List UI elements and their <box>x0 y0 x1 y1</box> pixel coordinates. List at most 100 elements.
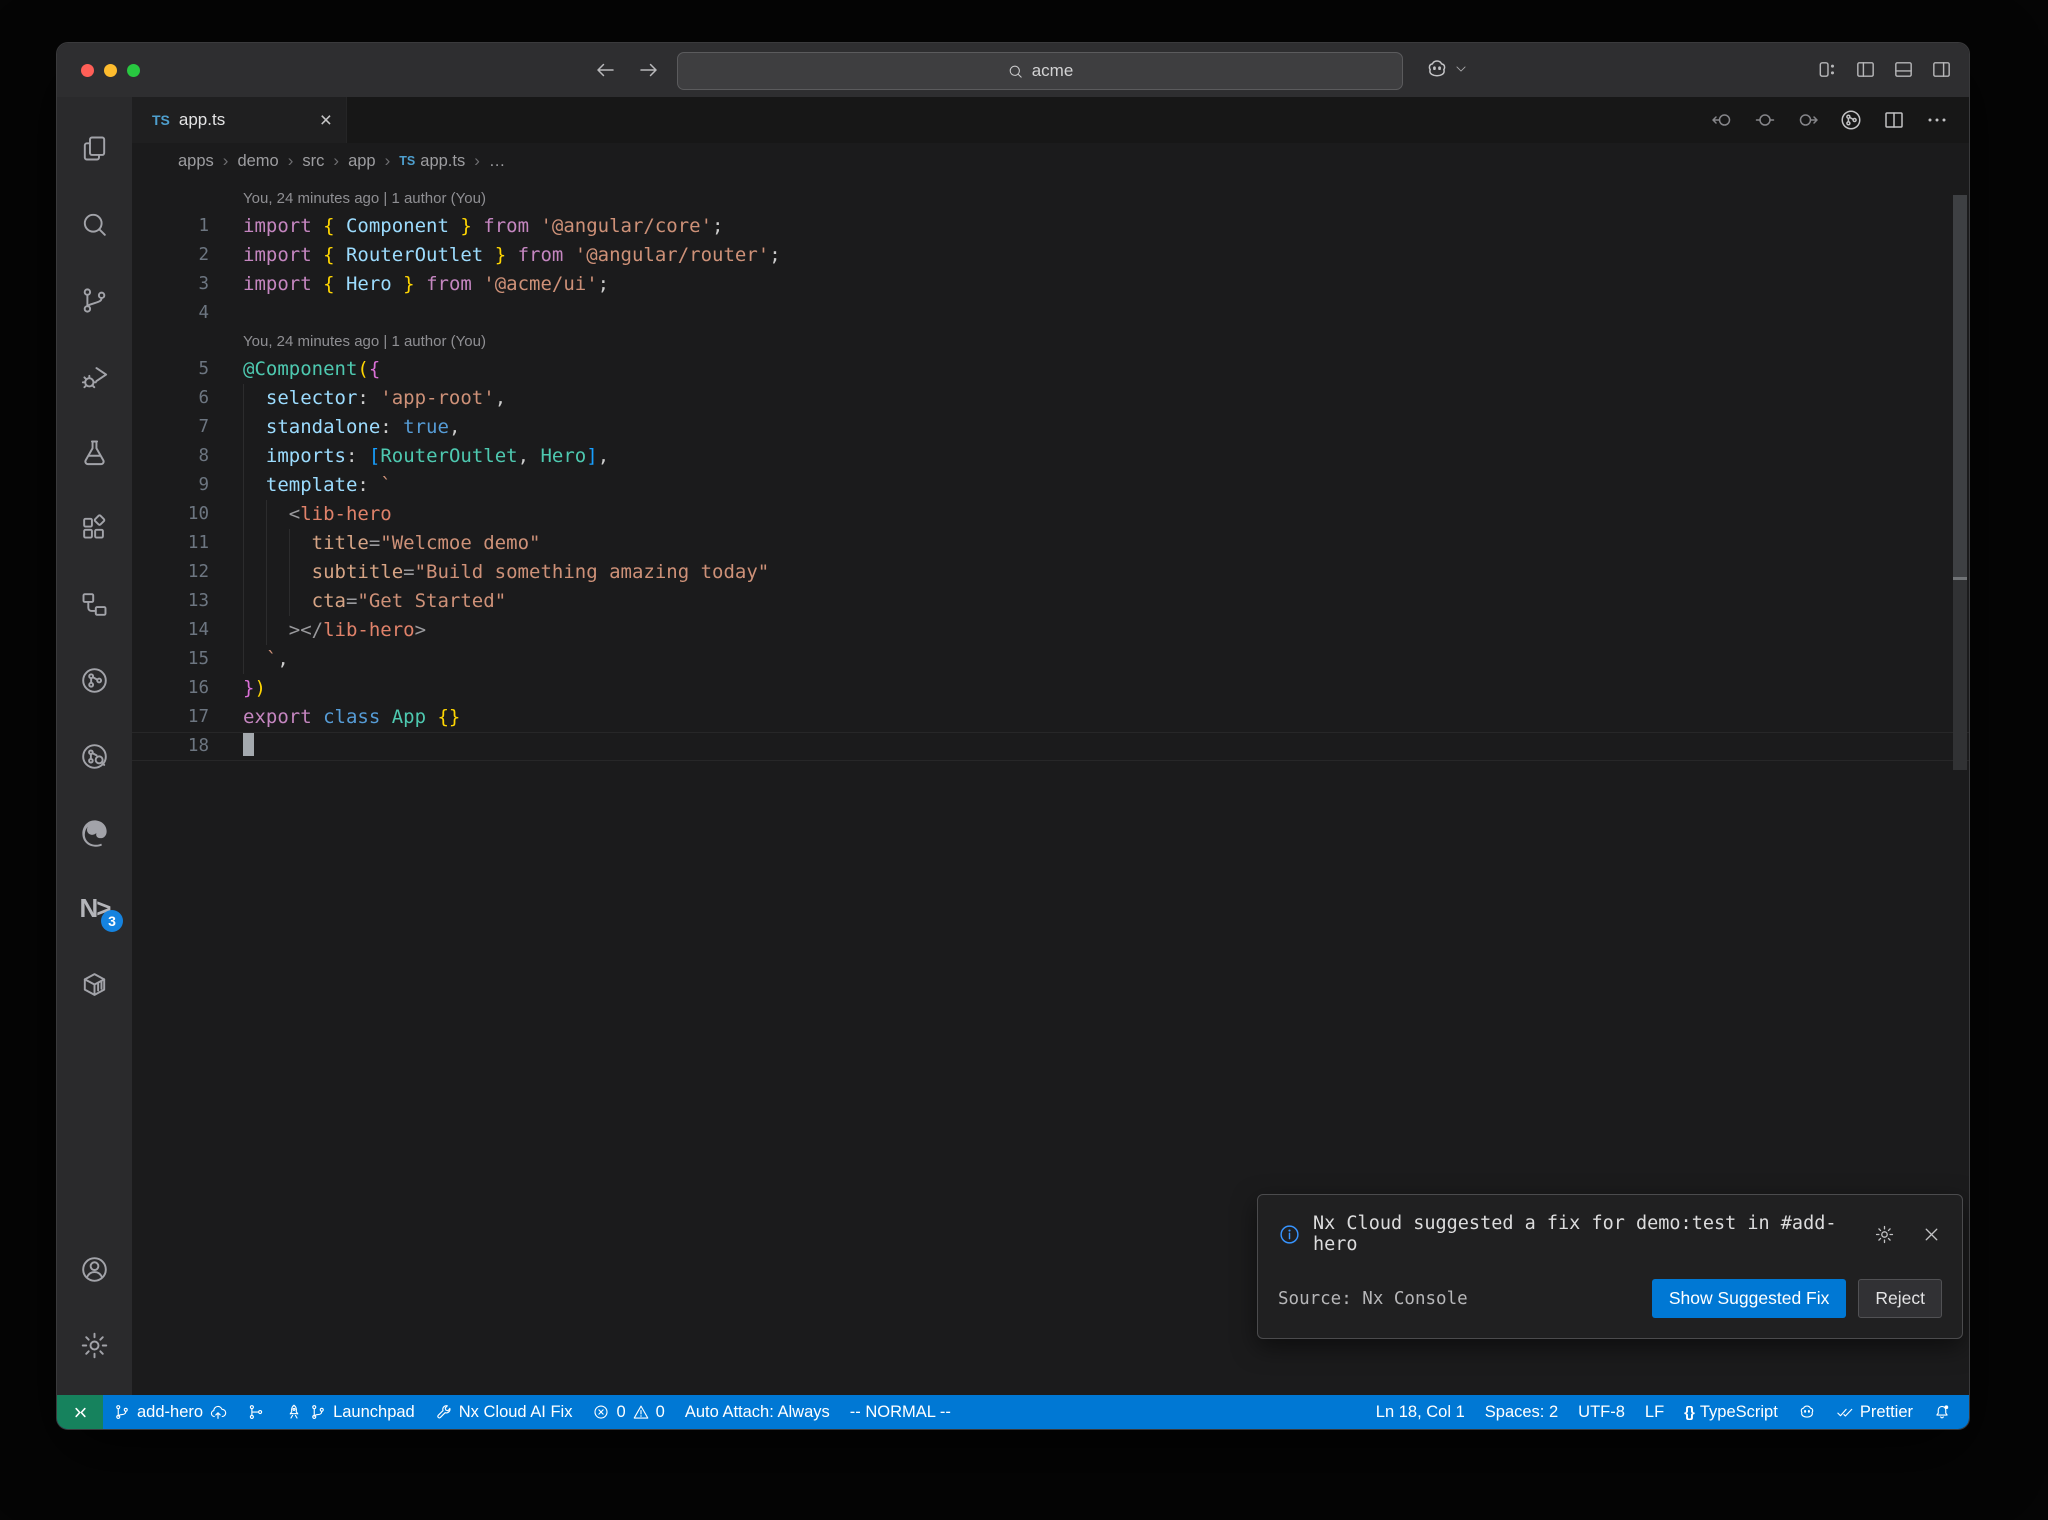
line-number: 8 <box>198 446 209 466</box>
breadcrumb-separator: › <box>287 151 294 170</box>
status-item-encoding[interactable]: UTF-8 <box>1568 1395 1635 1429</box>
status-item-vim-mode[interactable]: -- NORMAL -- <box>840 1395 961 1429</box>
notification-message: Nx Cloud suggested a fix for demo:test i… <box>1313 1213 1837 1255</box>
status-item-language-mode[interactable]: {} TypeScript <box>1674 1395 1788 1429</box>
activity-item-run-and-debug[interactable] <box>57 338 132 414</box>
code-line-14: 14 ></lib-hero> <box>132 616 1969 645</box>
customize-layout-icon[interactable] <box>1816 58 1839 81</box>
history-back-icon[interactable] <box>593 58 617 82</box>
breadcrumb-item[interactable]: TS app.ts <box>399 152 465 171</box>
indent-guide <box>266 500 267 645</box>
breadcrumb-item[interactable]: app <box>348 152 376 171</box>
tab-close-icon[interactable]: × <box>320 110 332 131</box>
line-number: 14 <box>187 620 209 640</box>
code-text: `, <box>265 648 289 670</box>
status-item-cursor-position[interactable]: Ln 18, Col 1 <box>1366 1395 1475 1429</box>
typescript-file-icon: TS <box>152 112 170 128</box>
status-item-problems[interactable]: 00 <box>582 1395 674 1429</box>
traffic-light-minimize[interactable] <box>104 63 117 77</box>
status-item-launchpad[interactable]: Launchpad <box>275 1395 425 1429</box>
status-item-formatter[interactable]: Prettier <box>1826 1395 1923 1429</box>
git-branch-icon <box>309 1403 327 1421</box>
code-text: subtitle="Build something amazing today" <box>311 561 770 583</box>
codelens-blame[interactable]: You, 24 minutes ago | 1 author (You) <box>132 185 1969 212</box>
activity-item-settings[interactable] <box>57 1307 132 1383</box>
status-item-indentation[interactable]: Spaces: 2 <box>1475 1395 1568 1429</box>
code-editor[interactable]: You, 24 minutes ago | 1 author (You) 1 imp… <box>132 179 1969 1395</box>
codelens-blame[interactable]: You, 24 minutes ago | 1 author (You) <box>132 328 1969 355</box>
run-target-icon[interactable] <box>1839 108 1863 132</box>
breadcrumb-label: src <box>302 151 325 170</box>
more-actions-icon[interactable] <box>1925 108 1949 132</box>
activity-item-extensions[interactable] <box>57 490 132 566</box>
split-editor-icon[interactable] <box>1882 108 1906 132</box>
code-text <box>243 732 254 761</box>
notification-toast: Nx Cloud suggested a fix for demo:test i… <box>1257 1194 1963 1339</box>
toggle-secondary-sidebar-icon[interactable] <box>1930 58 1953 81</box>
traffic-light-close[interactable] <box>81 63 94 77</box>
activity-item-project-graph[interactable] <box>57 566 132 642</box>
line-number: 13 <box>187 591 209 611</box>
activity-item-nx-cloud[interactable] <box>57 642 132 718</box>
notification-gear-icon[interactable] <box>1874 1224 1895 1245</box>
code-text: imports: [RouterOutlet, Hero], <box>265 445 610 467</box>
source-control-icon <box>79 285 110 316</box>
breadcrumb-item[interactable]: apps <box>178 152 214 171</box>
breadcrumb: apps › demo › src › app › TS app.ts ›… <box>132 143 1969 179</box>
scrollbar-slider-secondary[interactable] <box>1953 580 1967 770</box>
status-item-worktrees[interactable] <box>237 1395 275 1429</box>
code-text: standalone: true, <box>265 416 461 438</box>
activity-item-accounts[interactable] <box>57 1231 132 1307</box>
breadcrumb-item[interactable]: src <box>302 152 324 171</box>
notification-close-icon[interactable] <box>1921 1224 1942 1245</box>
activity-item-nx-console[interactable]: N> 3 <box>57 870 132 946</box>
navigate-forward-icon[interactable] <box>1796 108 1820 132</box>
copilot-icon <box>1798 1403 1816 1421</box>
breadcrumb-item[interactable]: demo <box>237 152 278 171</box>
activity-item-edge-tools[interactable] <box>57 794 132 870</box>
show-suggested-fix-button[interactable]: Show Suggested Fix <box>1651 1279 1847 1318</box>
activity-item-containers[interactable] <box>57 946 132 1022</box>
activity-item-search[interactable] <box>57 186 132 262</box>
status-item-end-of-line[interactable]: LF <box>1635 1395 1674 1429</box>
status-item-git-branch[interactable]: add-hero <box>103 1395 237 1429</box>
activity-bar: N> 3 <box>57 97 132 1395</box>
code-text: import { RouterOutlet } from '@angular/r… <box>243 244 781 266</box>
circled-branch-search-icon <box>79 741 110 772</box>
history-forward-icon[interactable] <box>637 58 661 82</box>
git-branch-icon <box>113 1403 131 1421</box>
status-item-copilot[interactable] <box>1788 1395 1826 1429</box>
status-label: 0 <box>655 1402 665 1421</box>
tab-app-ts[interactable]: TS app.ts × <box>132 97 347 143</box>
activity-item-commit-graph-search[interactable] <box>57 718 132 794</box>
code-line-18: 18 <box>132 732 1969 761</box>
activity-item-source-control[interactable] <box>57 262 132 338</box>
breadcrumb-item[interactable]: … <box>489 152 506 171</box>
scrollbar-slider[interactable] <box>1953 195 1967 577</box>
extensions-icon <box>79 513 110 544</box>
remote-indicator[interactable] <box>57 1395 103 1429</box>
status-bar-left: add-hero Launchpad Nx Cloud AI Fix 0 0 Auto A… <box>103 1395 961 1429</box>
status-item-notifications-bell[interactable] <box>1923 1395 1961 1429</box>
circled-branch-icon <box>79 665 110 696</box>
toggle-panel-icon[interactable] <box>1892 58 1915 81</box>
toggle-primary-sidebar-icon[interactable] <box>1854 58 1877 81</box>
activity-item-explorer[interactable] <box>57 110 132 186</box>
code-text: selector: 'app-root', <box>265 387 507 409</box>
reject-button[interactable]: Reject <box>1858 1279 1942 1318</box>
command-center-search[interactable]: acme <box>677 52 1403 90</box>
activity-item-testing[interactable] <box>57 414 132 490</box>
status-item-nx-cloud-ai-fix[interactable]: Nx Cloud AI Fix <box>425 1395 583 1429</box>
tab-bar: TS app.ts × <box>132 97 1969 143</box>
navigate-back-icon[interactable] <box>1710 108 1734 132</box>
search-query: acme <box>1031 61 1074 80</box>
copilot-menu[interactable] <box>1425 57 1468 81</box>
navigate-current-icon[interactable] <box>1753 108 1777 132</box>
hierarchy-icon <box>79 589 110 620</box>
info-icon <box>1278 1223 1301 1246</box>
status-bar: add-hero Launchpad Nx Cloud AI Fix 0 0 Auto A… <box>57 1395 1969 1429</box>
traffic-light-zoom[interactable] <box>127 63 140 77</box>
status-item-auto-attach[interactable]: Auto Attach: Always <box>675 1395 840 1429</box>
status-label: LF <box>1644 1402 1665 1421</box>
copilot-icon <box>1425 57 1449 81</box>
